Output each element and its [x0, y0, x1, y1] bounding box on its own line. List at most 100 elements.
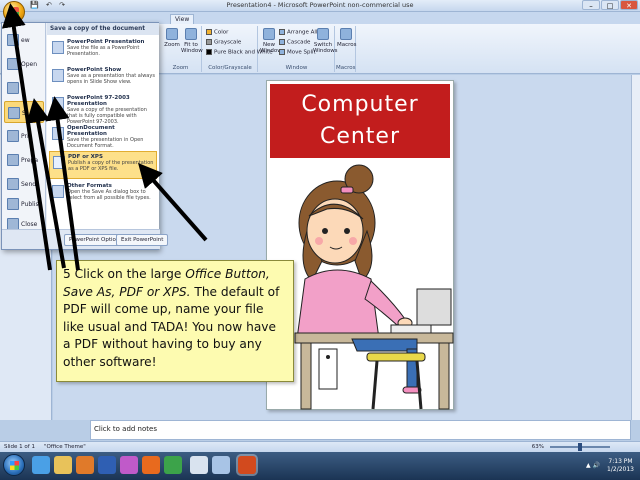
ribbon-group-color: Color Grayscale Pure Black and White Col…	[203, 26, 273, 72]
title-bar: 💾 ↶ ↷ Presentation4 - Microsoft PowerPoi…	[0, 0, 640, 12]
save-as-icon	[8, 107, 20, 119]
group-label-color: Color/Grayscale	[208, 65, 252, 71]
girl-at-computer-illustration	[294, 164, 454, 410]
notes-pane[interactable]: Click to add notes	[90, 420, 631, 440]
save-as-ppt97[interactable]: PowerPoint 97-2003 Presentation Save a co…	[49, 93, 157, 125]
zoom-level[interactable]: 63%	[532, 444, 544, 450]
office-menu-footer: PowerPoint Options Exit PowerPoint	[2, 229, 169, 249]
save-as-other[interactable]: Other Formats Open the Save As dialog box…	[49, 181, 157, 209]
folder-icon[interactable]	[54, 456, 72, 474]
macros-button[interactable]: Macros	[337, 28, 357, 48]
cascade-button[interactable]: Cascade	[279, 39, 310, 46]
cascade-icon	[279, 39, 285, 45]
switch-windows-icon	[317, 28, 329, 40]
group-label-window: Window	[285, 65, 308, 71]
publish-icon	[7, 198, 19, 210]
grayscale-button[interactable]: Grayscale	[206, 39, 241, 46]
firefox-icon[interactable]	[142, 456, 160, 474]
macros-icon	[340, 28, 352, 40]
tab-view[interactable]: View	[170, 14, 195, 24]
powerpoint-icon[interactable]	[238, 456, 256, 474]
show-icon	[52, 69, 64, 82]
send-icon	[7, 178, 19, 190]
save-as-submenu: Save a copy of the document PowerPoint P…	[47, 23, 159, 231]
black-white-icon	[206, 49, 212, 55]
color-icon	[206, 29, 212, 35]
arrange-all-button[interactable]: Arrange All	[279, 29, 318, 36]
switch-windows-button[interactable]: Switch Windows	[313, 28, 338, 54]
notes-icon[interactable]	[190, 456, 208, 474]
slide-title-line1: Computer	[301, 92, 419, 117]
group-label-macros: Macros	[336, 65, 356, 71]
window-title: Presentation4 - Microsoft PowerPoint non…	[226, 1, 414, 9]
ie-icon[interactable]	[32, 456, 50, 474]
fit-to-window-button[interactable]: Fit to Window	[181, 28, 203, 54]
zoom-slider-thumb[interactable]	[578, 443, 582, 451]
menu-prepare[interactable]: Prepa	[4, 149, 44, 171]
theme-name: "Office Theme"	[44, 444, 86, 450]
media-player-icon[interactable]	[76, 456, 94, 474]
close-button[interactable]: ✕	[620, 0, 638, 10]
office-menu-commands: ew Open S S Pri Prepa Send Publish Close	[2, 23, 46, 231]
menu-open[interactable]: Open	[4, 53, 44, 75]
submenu-header: Save a copy of the document	[47, 23, 159, 35]
ribbon-group-zoom: Zoom Fit to Window Zoom	[160, 26, 203, 72]
chrome-icon[interactable]	[164, 456, 182, 474]
save-as-pdf-xps[interactable]: PDF or XPS Publish a copy of the presenta…	[49, 151, 157, 179]
vertical-scrollbar[interactable]	[631, 75, 640, 420]
pdf-icon	[53, 156, 65, 169]
slide-title-line2: Center	[319, 124, 401, 149]
start-button[interactable]	[3, 454, 25, 476]
menu-save[interactable]: S	[4, 77, 44, 99]
minimize-button[interactable]: –	[582, 0, 600, 10]
new-icon	[7, 34, 19, 46]
open-folder-icon	[7, 58, 19, 70]
prepare-icon	[7, 154, 19, 166]
office-logo-icon	[9, 7, 19, 17]
menu-new[interactable]: ew	[4, 29, 44, 51]
group-label-zoom: Zoom	[172, 65, 189, 71]
pptx-icon	[52, 41, 64, 54]
color-button[interactable]: Color	[206, 29, 228, 36]
menu-save-as[interactable]: S	[4, 101, 44, 123]
menu-send[interactable]: Send	[4, 173, 44, 195]
menu-print[interactable]: Pri	[4, 125, 44, 147]
grayscale-icon	[206, 39, 212, 45]
office-menu: ew Open S S Pri Prepa Send Publish Close…	[1, 22, 169, 250]
image-viewer-icon[interactable]	[212, 456, 230, 474]
save-as-pptx[interactable]: PowerPoint Presentation Save the file as …	[49, 37, 157, 65]
notes-placeholder: Click to add notes	[94, 425, 157, 433]
odp-icon	[52, 127, 64, 140]
office-button[interactable]	[3, 1, 25, 23]
move-split-icon	[279, 49, 285, 55]
zoom-button[interactable]: Zoom	[164, 28, 180, 48]
callout-text-1: 5 Click on the large	[63, 267, 186, 281]
exit-powerpoint-button[interactable]: Exit PowerPoint	[116, 234, 169, 246]
new-window-button[interactable]: New Window	[260, 28, 282, 54]
slide-counter: Slide 1 of 1	[4, 444, 35, 450]
ppt97-icon	[52, 97, 64, 110]
windows-logo-icon	[10, 461, 19, 470]
move-split-button[interactable]: Move Split	[279, 49, 316, 56]
paint-icon[interactable]	[120, 456, 138, 474]
fit-window-icon	[185, 28, 197, 40]
maximize-button[interactable]: □	[601, 0, 619, 10]
slide-title-banner: Computer Center	[270, 84, 450, 158]
save-icon	[7, 82, 19, 94]
arrange-icon	[279, 29, 285, 35]
taskbar-clock[interactable]: 7:13 PM 1/2/2013	[607, 458, 634, 474]
system-tray[interactable]: ▲ 🔊	[586, 462, 600, 469]
zoom-icon	[166, 28, 178, 40]
save-as-show[interactable]: PowerPoint Show Save as a presentation th…	[49, 65, 157, 93]
instruction-callout: 5 Click on the large Office Button, Save…	[56, 260, 294, 382]
save-as-odp[interactable]: OpenDocument Presentation Save the presen…	[49, 123, 157, 151]
window-controls: – □ ✕	[582, 0, 638, 10]
slide-canvas[interactable]: Computer Center	[266, 80, 454, 410]
word-icon[interactable]	[98, 456, 116, 474]
new-window-icon	[263, 28, 275, 40]
print-icon	[7, 130, 19, 142]
ribbon-group-macros: Macros Macros	[336, 26, 357, 72]
menu-publish[interactable]: Publish	[4, 193, 44, 215]
ribbon-group-window: New Window Arrange All Cascade Move Spli…	[259, 26, 338, 72]
taskbar: ▲ 🔊 7:13 PM 1/2/2013	[0, 452, 640, 480]
